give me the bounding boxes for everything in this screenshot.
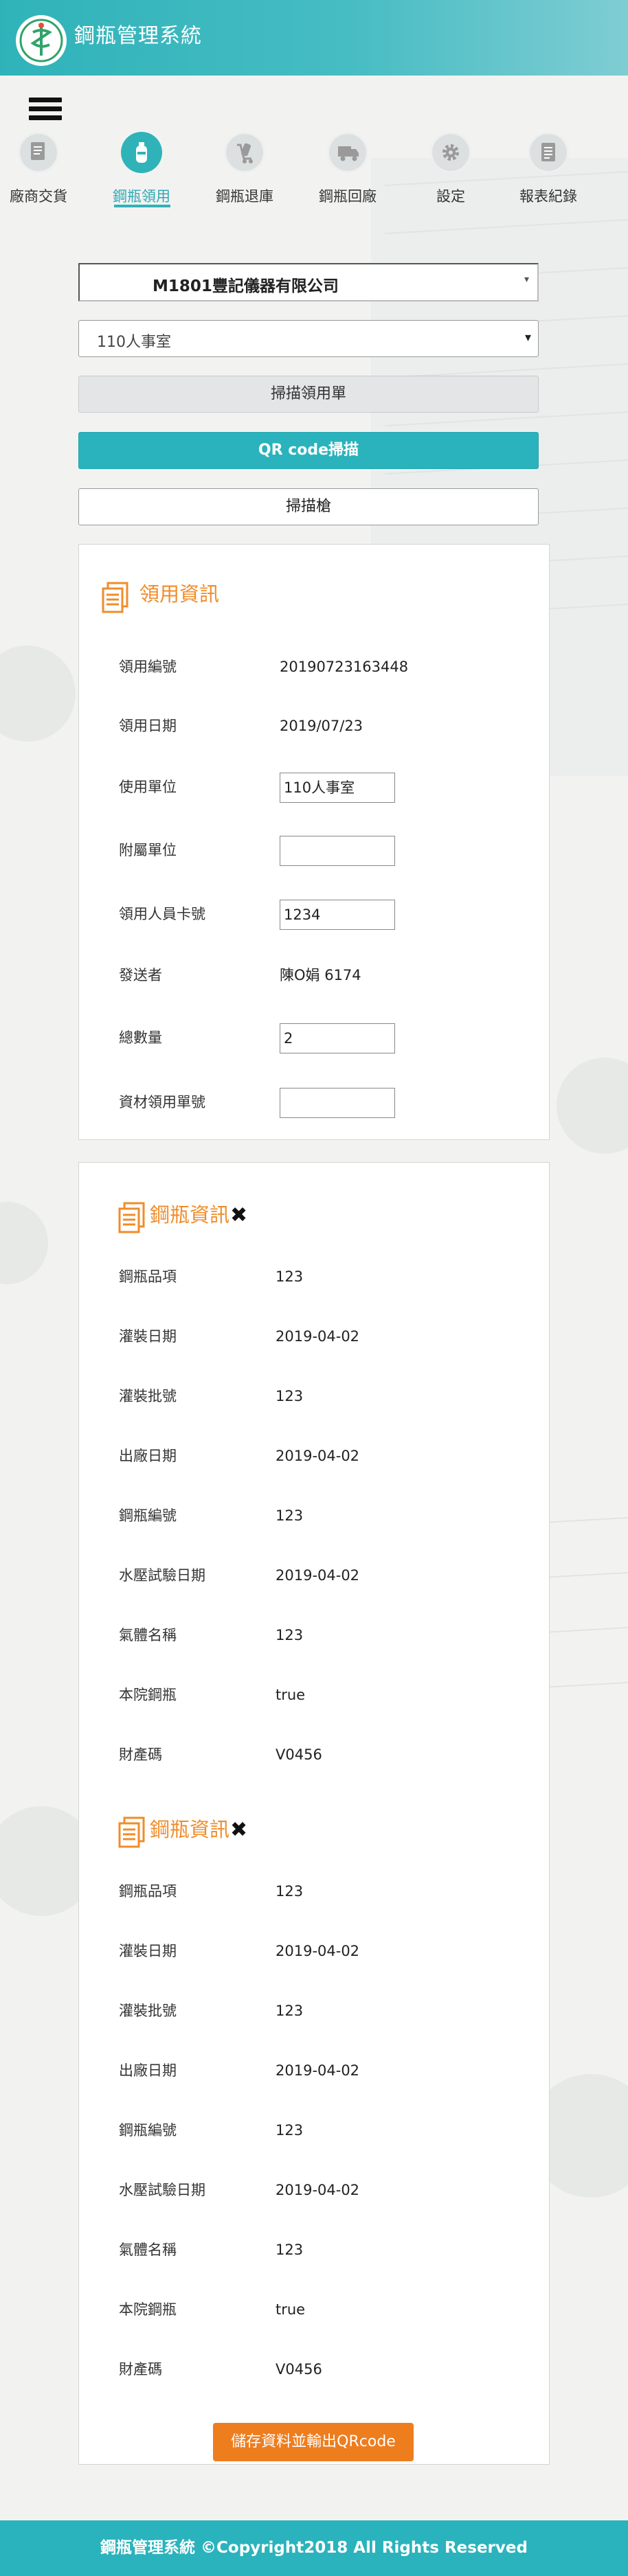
sender-value: 陳O娟 6174 — [280, 967, 361, 983]
field-label: 鋼瓶編號 — [119, 1507, 177, 1524]
qr-scan-button[interactable]: QR code掃描 — [78, 432, 539, 469]
field-value: 2019-04-02 — [276, 1448, 360, 1464]
nav-label: 設定 — [436, 188, 465, 205]
close-icon[interactable]: ✖ — [230, 1205, 247, 1226]
field-label: 本院鋼瓶 — [119, 2301, 177, 2318]
field-value: 123 — [276, 1507, 304, 1524]
nav-item-vendor-delivery[interactable]: 廠商交貨 — [0, 132, 87, 207]
field-value: 2019-04-02 — [276, 1328, 360, 1345]
section-title: 鋼瓶資訊 — [150, 1818, 230, 1841]
nav-item-settings[interactable]: 設定 — [403, 132, 499, 207]
active-tab-underline — [114, 205, 170, 207]
chevron-down-icon: ▾ — [524, 274, 529, 285]
report-icon — [528, 132, 569, 173]
nav-item-cylinder-back-to-factory[interactable]: 鋼瓶回廠 — [300, 132, 396, 207]
document-icon — [118, 1816, 145, 1848]
scan-form-button[interactable]: 掃描領用單 — [78, 376, 539, 413]
field-label: 領用人員卡號 — [119, 906, 205, 922]
nav-label: 鋼瓶領用 — [113, 188, 170, 205]
gear-icon — [430, 132, 471, 173]
using-unit-input[interactable]: 110人事室 — [280, 773, 395, 803]
field-label: 附屬單位 — [119, 842, 177, 858]
field-label: 財產碼 — [119, 1746, 162, 1763]
nav-label: 報表紀錄 — [519, 188, 577, 205]
field-label: 出廠日期 — [119, 2062, 177, 2079]
cart-return-icon — [224, 132, 265, 173]
requisition-number: 20190723163448 — [280, 659, 409, 675]
document-icon — [102, 582, 128, 613]
save-and-export-qrcode-button[interactable]: 儲存資料並輸出QRcode — [213, 2423, 414, 2461]
field-label: 鋼瓶品項 — [119, 1883, 177, 1900]
nav-item-reports[interactable]: 報表紀錄 — [500, 132, 596, 207]
nav-item-cylinder-return[interactable]: 鋼瓶退庫 — [197, 132, 293, 207]
field-value: true — [276, 2301, 306, 2318]
field-value: 2019-04-02 — [276, 1943, 360, 1959]
field-label: 出廠日期 — [119, 1448, 177, 1464]
section-title: 領用資訊 — [139, 582, 220, 606]
unit-select[interactable]: 110人事室 ▾ — [78, 320, 539, 357]
field-value: V0456 — [276, 1746, 322, 1763]
field-label: 使用單位 — [119, 779, 177, 795]
field-value: 2019-04-02 — [276, 2062, 360, 2079]
field-value: 2019-04-02 — [276, 2182, 360, 2198]
field-label: 灌裝批號 — [119, 1388, 177, 1404]
card-number-input[interactable]: 1234 — [280, 900, 395, 930]
footer-copyright: 鋼瓶管理系統 ©Copyright2018 All Rights Reserve… — [0, 2520, 628, 2576]
sub-unit-input[interactable] — [280, 836, 395, 866]
vendor-select[interactable]: M1801豐記儀器有限公司 ▾ — [78, 263, 539, 301]
field-label: 財產碼 — [119, 2361, 162, 2378]
requisition-date: 2019/07/23 — [280, 718, 363, 734]
field-label: 水壓試驗日期 — [119, 2182, 205, 2198]
field-label: 氣體名稱 — [119, 2242, 177, 2258]
hospital-logo — [16, 15, 67, 66]
field-label: 總數量 — [119, 1029, 162, 1046]
unit-select-value: 110人事室 — [97, 334, 171, 351]
field-value: 123 — [276, 1627, 304, 1643]
delivery-doc-icon — [18, 132, 59, 173]
barcode-scanner-button[interactable]: 掃描槍 — [78, 488, 539, 525]
chevron-down-icon: ▾ — [524, 330, 531, 345]
field-label: 鋼瓶編號 — [119, 2122, 177, 2139]
field-value: 123 — [276, 2122, 304, 2139]
nav-label: 鋼瓶退庫 — [216, 188, 273, 205]
field-value: 123 — [276, 2003, 304, 2019]
field-label: 水壓試驗日期 — [119, 1567, 205, 1584]
nav-item-cylinder-requisition[interactable]: 鋼瓶領用 — [93, 132, 190, 207]
main-nav: 廠商交貨 鋼瓶領用 鋼瓶退庫 鋼瓶回廠 設定 報表紀錄 — [0, 76, 628, 220]
field-value: 2019-04-02 — [276, 1567, 360, 1584]
nav-label: 鋼瓶回廠 — [319, 188, 377, 205]
field-label: 領用日期 — [119, 718, 177, 734]
app-header: 鋼瓶管理系統 — [0, 0, 628, 76]
field-value: 123 — [276, 1268, 304, 1285]
field-value: 123 — [276, 1388, 304, 1404]
field-label: 鋼瓶品項 — [119, 1268, 177, 1285]
app-title: 鋼瓶管理系統 — [74, 24, 202, 48]
field-label: 領用編號 — [119, 659, 177, 675]
field-label: 灌裝日期 — [119, 1328, 177, 1345]
truck-icon — [327, 132, 368, 173]
field-label: 灌裝日期 — [119, 1943, 177, 1959]
field-label: 發送者 — [119, 967, 162, 983]
cylinder-info-card: 鋼瓶資訊 ✖ 鋼瓶品項 123 灌裝日期 2019-04-02 灌裝批號 123… — [78, 1162, 550, 2465]
document-icon — [118, 1202, 145, 1233]
field-label: 氣體名稱 — [119, 1627, 177, 1643]
field-value: 123 — [276, 1883, 304, 1900]
section-title: 鋼瓶資訊 — [150, 1203, 230, 1227]
nav-label: 廠商交貨 — [10, 188, 67, 205]
close-icon[interactable]: ✖ — [230, 1820, 247, 1840]
field-value: 123 — [276, 2242, 304, 2258]
field-label: 資材領用單號 — [119, 1094, 205, 1110]
field-value: V0456 — [276, 2361, 322, 2378]
hamburger-menu-icon[interactable] — [29, 98, 62, 124]
total-quantity-input[interactable]: 2 — [280, 1023, 395, 1053]
field-label: 灌裝批號 — [119, 2003, 177, 2019]
vendor-select-value: M1801豐記儀器有限公司 — [153, 277, 339, 295]
field-label: 本院鋼瓶 — [119, 1687, 177, 1703]
material-number-input[interactable] — [280, 1088, 395, 1118]
field-value: true — [276, 1687, 306, 1703]
gas-cylinder-icon — [121, 132, 162, 173]
requisition-info-card: 領用資訊 領用編號 20190723163448 領用日期 2019/07/23… — [78, 544, 550, 1140]
